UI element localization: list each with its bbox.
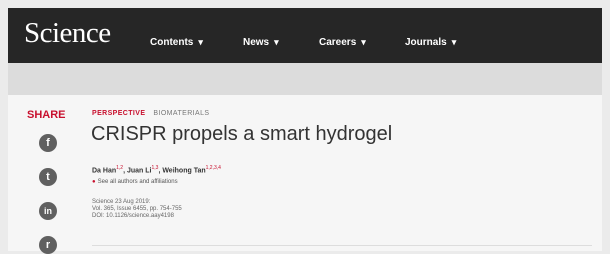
secondary-bar	[8, 63, 602, 95]
chevron-down-icon: ▾	[361, 37, 366, 47]
linkedin-icon[interactable]: in	[39, 202, 57, 220]
chevron-down-icon: ▾	[274, 37, 279, 47]
article-type[interactable]: PERSPECTIVE	[92, 110, 145, 117]
plus-icon: ●	[92, 179, 96, 185]
publication-date: Science 23 Aug 2019:	[92, 199, 151, 205]
reddit-icon[interactable]: r	[39, 236, 57, 254]
article-subject[interactable]: BIOMATERIALS	[153, 110, 209, 117]
affiliation-marker[interactable]: 1,2	[116, 165, 123, 171]
nav-careers[interactable]: Careers ▾	[319, 37, 366, 48]
affiliation-marker[interactable]: 1,3	[151, 165, 158, 171]
share-label: SHARE	[27, 109, 66, 121]
author-name[interactable]: Juan Li	[127, 167, 152, 174]
nav-contents-label: Contents	[150, 37, 194, 48]
facebook-icon[interactable]: f	[39, 134, 57, 152]
see-all-label: See all authors and affiliations	[97, 179, 178, 185]
nav-news-label: News	[243, 37, 270, 48]
see-all-affiliations-link[interactable]: ● See all authors and affiliations	[92, 179, 178, 185]
author-name[interactable]: Weihong Tan	[162, 167, 205, 174]
doi-link[interactable]: DOI: 10.1126/science.aay4198	[92, 213, 174, 219]
top-navbar: Science Contents ▾ News ▾ Careers ▾ Journal…	[8, 8, 602, 63]
nav-news[interactable]: News ▾	[243, 37, 279, 48]
author-list: Da Han1,2, Juan Li1,3, Weihong Tan1,2,3,…	[92, 165, 221, 175]
article-title: CRISPR propels a smart hydrogel	[91, 123, 393, 145]
volume-issue: Vol. 365, Issue 6455, pp. 754-755	[92, 206, 182, 212]
article-kicker: PERSPECTIVE BIOMATERIALS	[92, 110, 209, 117]
chevron-down-icon: ▾	[198, 37, 203, 47]
nav-contents[interactable]: Contents ▾	[150, 37, 203, 48]
nav-journals-label: Journals	[405, 37, 447, 48]
article-header: SHARE f t in r PERSPECTIVE BIOMATERIALS C…	[8, 95, 602, 254]
divider	[92, 245, 592, 246]
nav-journals[interactable]: Journals ▾	[405, 37, 456, 48]
science-logo[interactable]: Science	[24, 17, 111, 50]
twitter-icon[interactable]: t	[39, 168, 57, 186]
affiliation-marker[interactable]: 1,2,3,4	[206, 165, 221, 171]
chevron-down-icon: ▾	[451, 37, 457, 47]
author-name[interactable]: Da Han	[92, 167, 116, 174]
nav-careers-label: Careers	[319, 37, 357, 48]
